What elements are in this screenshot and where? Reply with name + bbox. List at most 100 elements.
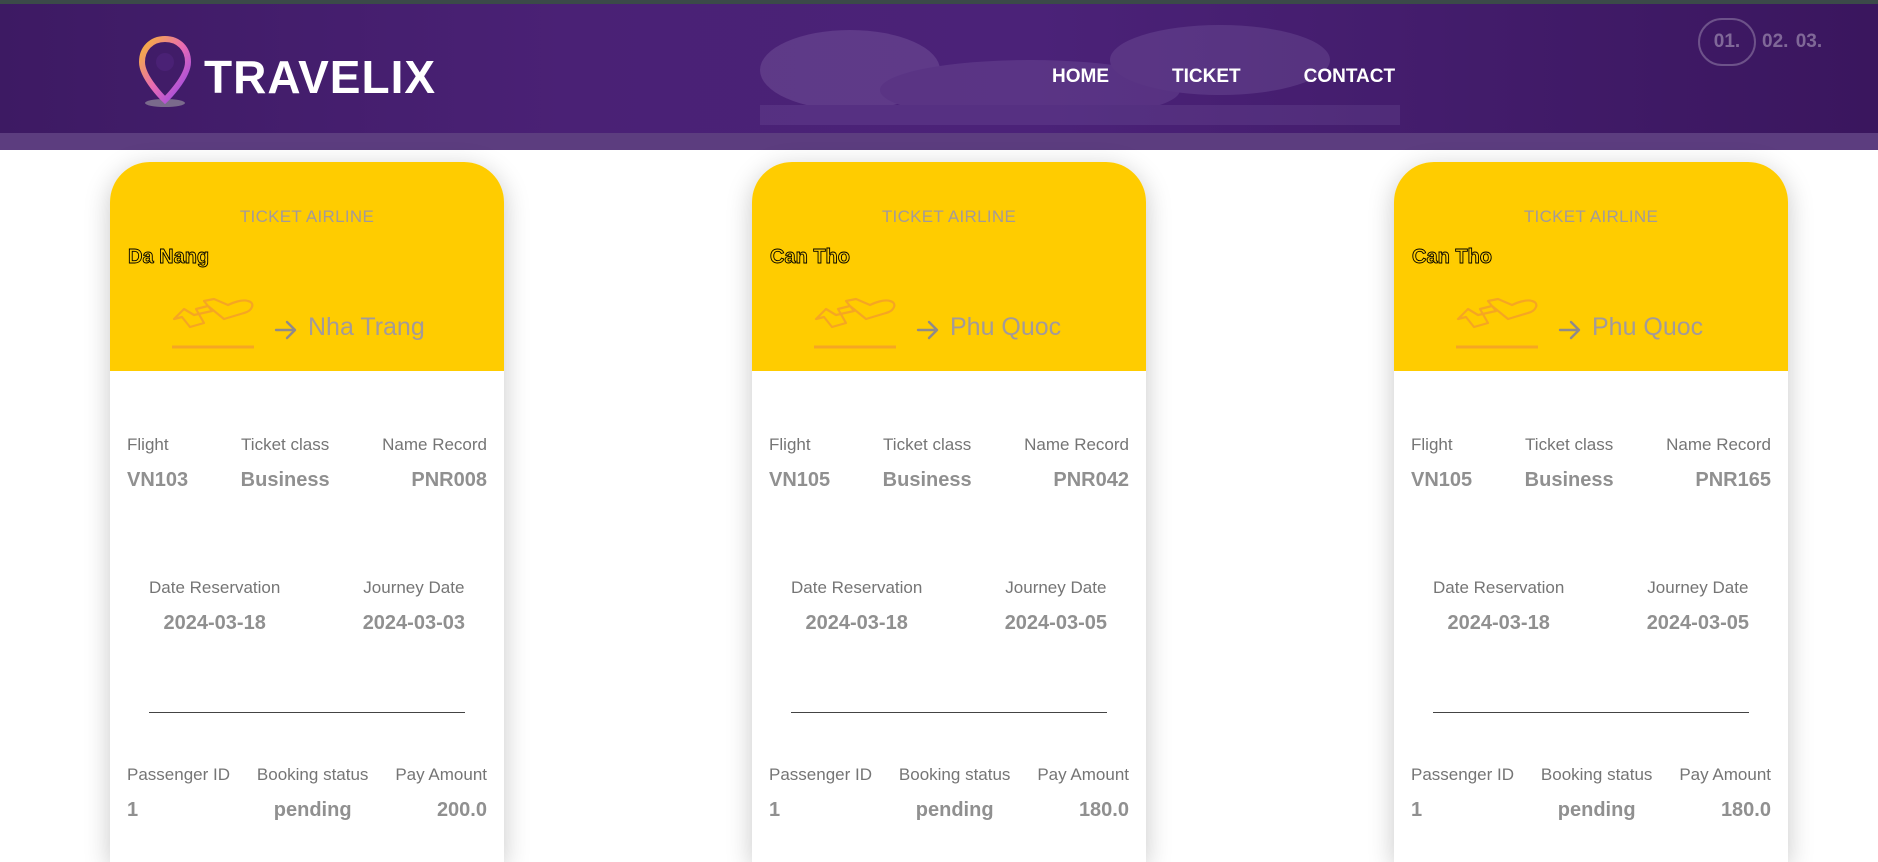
- pay-amount-label: Pay Amount: [395, 765, 487, 784]
- passenger-id-field: Passenger ID 1: [127, 765, 230, 822]
- header-bottom-band: [0, 133, 1878, 150]
- flight-info-row: Flight VN103 Ticket class Business Name …: [127, 435, 487, 492]
- ticket-divider: [149, 712, 465, 713]
- ticket-card-2[interactable]: TICKET AIRLINE Can Tho Phu Quoc Flight V…: [752, 162, 1146, 862]
- flight-field: Flight VN105: [1411, 435, 1472, 492]
- ticket-header: TICKET AIRLINE Can Tho Phu Quoc: [752, 162, 1146, 371]
- passenger-info-row: Passenger ID 1 Booking status pending Pa…: [1411, 765, 1771, 822]
- ticket-class-label: Ticket class: [241, 435, 330, 454]
- passenger-id-field: Passenger ID 1: [1411, 765, 1514, 822]
- arrow-right-icon: [274, 320, 297, 340]
- departure-city: Da Nang: [128, 246, 210, 269]
- name-record-field: Name Record PNR165: [1666, 435, 1771, 492]
- passenger-id-field: Passenger ID 1: [769, 765, 872, 822]
- pay-amount-field: Pay Amount 180.0: [1037, 765, 1129, 822]
- journey-date-field: Journey Date 2024-03-05: [1647, 578, 1749, 635]
- name-record-value: PNR042: [1053, 469, 1129, 491]
- date-reservation-label: Date Reservation: [1433, 578, 1565, 597]
- brand-name: TRAVELIX: [204, 51, 437, 103]
- destination-city: Nha Trang: [308, 313, 425, 341]
- name-record-label: Name Record: [1666, 435, 1771, 454]
- map-pin-icon: [138, 36, 192, 107]
- site-header: TRAVELIX HOME TICKET CONTACT 01. 02. 03.: [0, 0, 1878, 150]
- booking-status-field: Booking status pending: [257, 765, 369, 822]
- ticket-header: TICKET AIRLINE Da Nang Nha Trang: [110, 162, 504, 371]
- date-reservation-value: 2024-03-18: [163, 612, 266, 634]
- flight-label: Flight: [127, 435, 169, 454]
- passenger-id-label: Passenger ID: [769, 765, 872, 784]
- dates-row: Date Reservation 2024-03-18 Journey Date…: [791, 578, 1107, 635]
- airplane-takeoff-icon: [172, 297, 254, 349]
- journey-date-label: Journey Date: [1647, 578, 1749, 597]
- pay-amount-label: Pay Amount: [1037, 765, 1129, 784]
- journey-date-label: Journey Date: [1005, 578, 1107, 597]
- flight-info-row: Flight VN105 Ticket class Business Name …: [1411, 435, 1771, 492]
- airplane-takeoff-icon: [814, 297, 896, 349]
- date-reservation-label: Date Reservation: [149, 578, 281, 597]
- booking-status-value: pending: [915, 799, 994, 821]
- departure-city: Can Tho: [1412, 246, 1493, 269]
- pay-amount-value: 180.0: [1720, 799, 1771, 821]
- slide-pager: 01. 02. 03.: [1698, 18, 1822, 66]
- pay-amount-field: Pay Amount 180.0: [1679, 765, 1771, 822]
- ticket-class-value: Business: [882, 469, 972, 491]
- name-record-value: PNR008: [411, 469, 487, 491]
- dates-row: Date Reservation 2024-03-18 Journey Date…: [1433, 578, 1749, 635]
- passenger-id-value: 1: [127, 799, 139, 821]
- ticket-airline-label: TICKET AIRLINE: [239, 207, 375, 226]
- journey-date-field: Journey Date 2024-03-03: [363, 578, 465, 635]
- date-reservation-label: Date Reservation: [791, 578, 923, 597]
- booking-status-value: pending: [1557, 799, 1636, 821]
- flight-field: Flight VN105: [769, 435, 830, 492]
- brand-logo[interactable]: TRAVELIX: [138, 36, 436, 108]
- pager-other-pages[interactable]: 02. 03.: [1762, 31, 1822, 53]
- flight-value: VN103: [127, 469, 189, 491]
- nav-home[interactable]: HOME: [1052, 66, 1109, 88]
- passenger-info-row: Passenger ID 1 Booking status pending Pa…: [127, 765, 487, 822]
- ticket-airline-label: TICKET AIRLINE: [1523, 207, 1659, 226]
- pay-amount-value: 200.0: [436, 799, 487, 821]
- pay-amount-field: Pay Amount 200.0: [395, 765, 487, 822]
- passenger-info-row: Passenger ID 1 Booking status pending Pa…: [769, 765, 1129, 822]
- flight-value: VN105: [769, 469, 831, 491]
- passenger-id-label: Passenger ID: [1411, 765, 1514, 784]
- flight-label: Flight: [769, 435, 811, 454]
- main-nav: HOME TICKET CONTACT: [1052, 66, 1458, 88]
- flight-label: Flight: [1411, 435, 1453, 454]
- name-record-field: Name Record PNR042: [1024, 435, 1129, 492]
- airplane-takeoff-icon: [1456, 297, 1538, 349]
- arrow-right-icon: [1558, 320, 1581, 340]
- nav-ticket[interactable]: TICKET: [1172, 66, 1241, 88]
- name-record-label: Name Record: [1024, 435, 1129, 454]
- ticket-card-3[interactable]: TICKET AIRLINE Can Tho Phu Quoc Flight V…: [1394, 162, 1788, 862]
- pay-amount-value: 180.0: [1078, 799, 1129, 821]
- ticket-airline-label: TICKET AIRLINE: [881, 207, 1017, 226]
- passenger-id-value: 1: [1411, 799, 1423, 821]
- ticket-divider: [1433, 712, 1749, 713]
- date-reservation-value: 2024-03-18: [1447, 612, 1550, 634]
- ticket-class-field: Ticket class Business: [1525, 435, 1614, 492]
- booking-status-field: Booking status pending: [899, 765, 1011, 822]
- flight-info-row: Flight VN105 Ticket class Business Name …: [769, 435, 1129, 492]
- date-reservation-field: Date Reservation 2024-03-18: [149, 578, 280, 635]
- flight-field: Flight VN103: [127, 435, 188, 492]
- ticket-divider: [791, 712, 1107, 713]
- ticket-class-value: Business: [1524, 469, 1614, 491]
- passenger-id-value: 1: [769, 799, 781, 821]
- ticket-class-label: Ticket class: [1525, 435, 1614, 454]
- nav-contact[interactable]: CONTACT: [1304, 66, 1395, 88]
- name-record-label: Name Record: [382, 435, 487, 454]
- ticket-header: TICKET AIRLINE Can Tho Phu Quoc: [1394, 162, 1788, 371]
- booking-status-label: Booking status: [898, 765, 1011, 784]
- pager-current[interactable]: 01.: [1698, 18, 1756, 66]
- arrow-right-icon: [916, 320, 939, 340]
- pay-amount-label: Pay Amount: [1679, 765, 1771, 784]
- date-reservation-field: Date Reservation 2024-03-18: [1433, 578, 1564, 635]
- destination-city: Phu Quoc: [1592, 313, 1704, 341]
- ticket-card-1[interactable]: TICKET AIRLINE Da Nang Nha Trang Flight …: [110, 162, 504, 862]
- date-reservation-field: Date Reservation 2024-03-18: [791, 578, 922, 635]
- booking-status-label: Booking status: [1540, 765, 1653, 784]
- journey-date-value: 2024-03-05: [1004, 612, 1107, 634]
- passenger-id-label: Passenger ID: [127, 765, 230, 784]
- ticket-class-field: Ticket class Business: [883, 435, 972, 492]
